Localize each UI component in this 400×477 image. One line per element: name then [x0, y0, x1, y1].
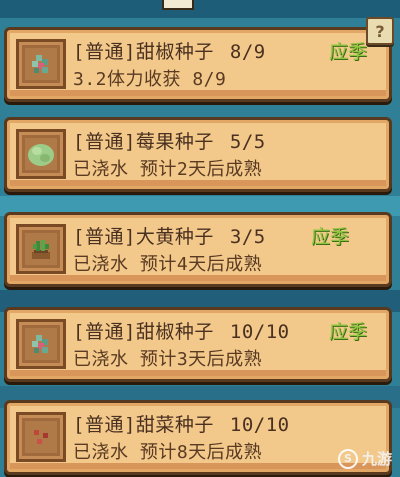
seed-status: 已浇水 预计2天后成熟	[73, 159, 263, 180]
pepper-seed-icon	[25, 328, 57, 360]
seed-card[interactable]: [普通]甜椒种子 10/10 应季 已浇水 预计3天后成熟	[4, 307, 392, 382]
seed-count: 10/10	[229, 414, 290, 436]
item-slot	[16, 39, 66, 89]
background-top	[0, 0, 400, 18]
season-badge: 应季	[329, 41, 368, 63]
seed-count: 5/5	[229, 131, 266, 153]
seed-status: 已浇水 预计8天后成熟	[73, 442, 263, 463]
item-slot	[16, 319, 66, 369]
pepper-seed-icon	[25, 48, 57, 80]
top-tab	[162, 0, 194, 10]
seed-name: [普通]大黄种子	[73, 226, 214, 248]
seed-title: [普通]甜菜种子 10/10	[73, 410, 290, 437]
item-slot	[16, 129, 66, 179]
help-button[interactable]: ?	[366, 17, 394, 45]
seed-title: [普通]甜椒种子 10/10	[73, 317, 290, 344]
seed-status: 3.2体力收获 8/9	[73, 69, 227, 90]
seed-status: 已浇水 预计3天后成熟	[73, 349, 263, 370]
watermark-logo-icon: S	[337, 448, 358, 469]
watermark: S 九游	[337, 448, 392, 469]
watermark-text: 九游	[361, 450, 392, 468]
beet-seed-icon	[25, 421, 57, 453]
seed-title: [普通]甜椒种子 8/9	[73, 37, 266, 64]
seed-count: 3/5	[229, 226, 266, 248]
seed-status: 已浇水 预计4天后成熟	[73, 254, 263, 275]
seed-card[interactable]: [普通]甜菜种子 10/10 已浇水 预计8天后成熟	[4, 400, 392, 475]
seed-title: [普通]大黄种子 3/5	[73, 222, 266, 249]
seed-name: [普通]甜椒种子	[73, 41, 214, 63]
seed-count: 10/10	[229, 321, 290, 343]
seed-card[interactable]: [普通]大黄种子 3/5 应季 已浇水 预计4天后成熟	[4, 212, 392, 287]
season-badge: 应季	[329, 321, 368, 343]
seed-name: [普通]甜菜种子	[73, 414, 214, 436]
season-badge: 应季	[311, 226, 350, 248]
seed-card[interactable]: [普通]莓果种子 5/5 已浇水 预计2天后成熟	[4, 117, 392, 192]
seed-card[interactable]: [普通]甜椒种子 8/9 应季 3.2体力收获 8/9	[4, 27, 392, 102]
seed-name: [普通]甜椒种子	[73, 321, 214, 343]
seed-count: 8/9	[229, 41, 266, 63]
berry-bush-icon	[25, 138, 57, 170]
seed-title: [普通]莓果种子 5/5	[73, 127, 266, 154]
seed-name: [普通]莓果种子	[73, 131, 214, 153]
item-slot	[16, 412, 66, 462]
rhubarb-sprout-icon	[25, 233, 57, 265]
item-slot	[16, 224, 66, 274]
